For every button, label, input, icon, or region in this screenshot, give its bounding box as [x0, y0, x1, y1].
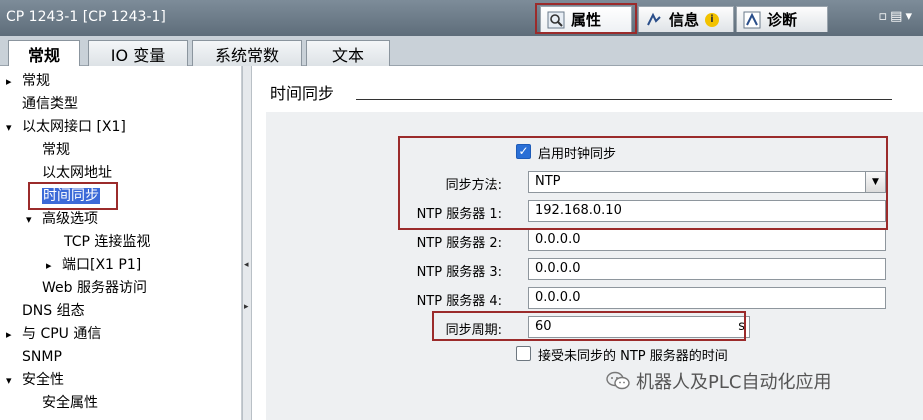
tree-item-eth-address[interactable]: 以太网地址: [42, 162, 112, 184]
diagnostics-icon: [743, 11, 761, 28]
tree-item-label: 以太网接口 [X1]: [22, 119, 126, 135]
watermark-text: 机器人及PLC自动化应用: [636, 372, 832, 393]
tree-item-general[interactable]: ▸ 常规: [6, 70, 50, 92]
expand-right-arrow-icon[interactable]: ▸: [244, 302, 249, 312]
tree-item-label: 安全属性: [42, 395, 98, 411]
tree-item-label: 以太网地址: [42, 165, 112, 181]
info-icon: [647, 12, 661, 25]
ntp-server-3-field[interactable]: 0.0.0.0: [528, 258, 886, 280]
section-divider: [356, 99, 892, 100]
tree-item-port[interactable]: ▸ 端口[X1 P1]: [46, 254, 141, 276]
expand-arrow-icon[interactable]: ▸: [6, 71, 22, 93]
tree-item-label: 与 CPU 通信: [22, 326, 102, 342]
subtab-io-tags[interactable]: IO 变量: [88, 40, 188, 66]
wechat-icon: [606, 371, 630, 390]
properties-content: 时间同步 ✓ 启用时钟同步 同步方法: NTP ▼ NTP 服务器 1: 192…: [252, 66, 923, 420]
window-controls[interactable]: ▫▤▾: [878, 9, 915, 24]
ntp-server-4-label: NTP 服务器 4:: [416, 294, 502, 309]
tree-item-comm-type[interactable]: 通信类型: [22, 93, 78, 115]
tree-item-snmp[interactable]: SNMP: [22, 346, 62, 368]
expand-arrow-icon[interactable]: ▸: [46, 255, 62, 277]
ntp-server-2-label: NTP 服务器 2:: [416, 236, 502, 251]
tree-item-label: Web 服务器访问: [42, 280, 147, 296]
navigation-tree: ▸ 常规 通信类型 ▾ 以太网接口 [X1] 常规 以太网地址 时间同步 ▾ 高级选项…: [0, 66, 242, 420]
collapse-arrow-icon[interactable]: ▾: [26, 209, 42, 231]
tree-item-label: SNMP: [22, 349, 62, 365]
tree-item-tcp-monitor[interactable]: TCP 连接监视: [64, 231, 150, 253]
ntp-server-2-field[interactable]: 0.0.0.0: [528, 229, 886, 251]
collapse-left-arrow-icon[interactable]: ◂: [244, 260, 249, 270]
collapse-arrow-icon[interactable]: ▾: [6, 370, 22, 392]
tree-item-label: 常规: [22, 73, 50, 89]
subtab-texts[interactable]: 文本: [306, 40, 390, 66]
ntp-server-4-field[interactable]: 0.0.0.0: [528, 287, 886, 309]
tab-info-label: 信息: [669, 11, 700, 29]
ntp-settings-highlight-box: [398, 136, 888, 230]
tree-item-eth-general[interactable]: 常规: [42, 139, 70, 161]
tab-info[interactable]: 信息 i: [638, 6, 734, 32]
time-sync-highlight-box: [28, 182, 118, 210]
watermark: 机器人及PLC自动化应用: [606, 368, 831, 394]
subtab-general[interactable]: 常规: [8, 40, 80, 67]
properties-highlight-box: [535, 3, 637, 34]
window-title: CP 1243-1 [CP 1243-1]: [6, 9, 166, 25]
section-title: 时间同步: [270, 84, 335, 103]
accept-unsync-ntp-label: 接受未同步的 NTP 服务器的时间: [538, 349, 728, 364]
expand-arrow-icon[interactable]: ▸: [6, 324, 22, 346]
tree-item-ethernet-interface[interactable]: ▾ 以太网接口 [X1]: [6, 116, 126, 138]
sync-period-highlight-box: [432, 311, 746, 341]
inspector-title-bar: CP 1243-1 [CP 1243-1] 属性 信息 i 诊断 ▫▤▾: [0, 0, 923, 36]
accept-unsync-ntp-checkbox[interactable]: [516, 346, 531, 361]
tree-item-label: 常规: [42, 142, 70, 158]
info-badge: i: [705, 12, 720, 27]
tree-item-security[interactable]: ▾ 安全性: [6, 369, 64, 391]
sub-tab-bar: 常规 IO 变量 系统常数 文本: [0, 36, 923, 67]
panel-splitter[interactable]: ◂ ▸: [242, 66, 252, 420]
subtab-system-constants[interactable]: 系统常数: [192, 40, 302, 66]
tab-diagnostics[interactable]: 诊断: [736, 6, 828, 32]
collapse-arrow-icon[interactable]: ▾: [6, 117, 22, 139]
tree-item-cpu-comm[interactable]: ▸ 与 CPU 通信: [6, 323, 101, 345]
tab-diagnostics-label: 诊断: [767, 11, 798, 29]
tree-item-label: 高级选项: [42, 211, 98, 227]
tree-item-label: TCP 连接监视: [64, 234, 151, 250]
tree-item-dns[interactable]: DNS 组态: [22, 300, 85, 322]
tree-item-advanced[interactable]: ▾ 高级选项: [26, 208, 98, 230]
ntp-server-3-label: NTP 服务器 3:: [416, 265, 502, 280]
tree-item-security-props[interactable]: 安全属性: [42, 392, 98, 414]
tree-item-label: 端口[X1 P1]: [62, 257, 142, 273]
tree-item-label: DNS 组态: [22, 303, 85, 319]
tree-item-label: 通信类型: [22, 96, 78, 112]
tree-item-label: 安全性: [22, 372, 64, 388]
tree-item-web-access[interactable]: Web 服务器访问: [42, 277, 147, 299]
